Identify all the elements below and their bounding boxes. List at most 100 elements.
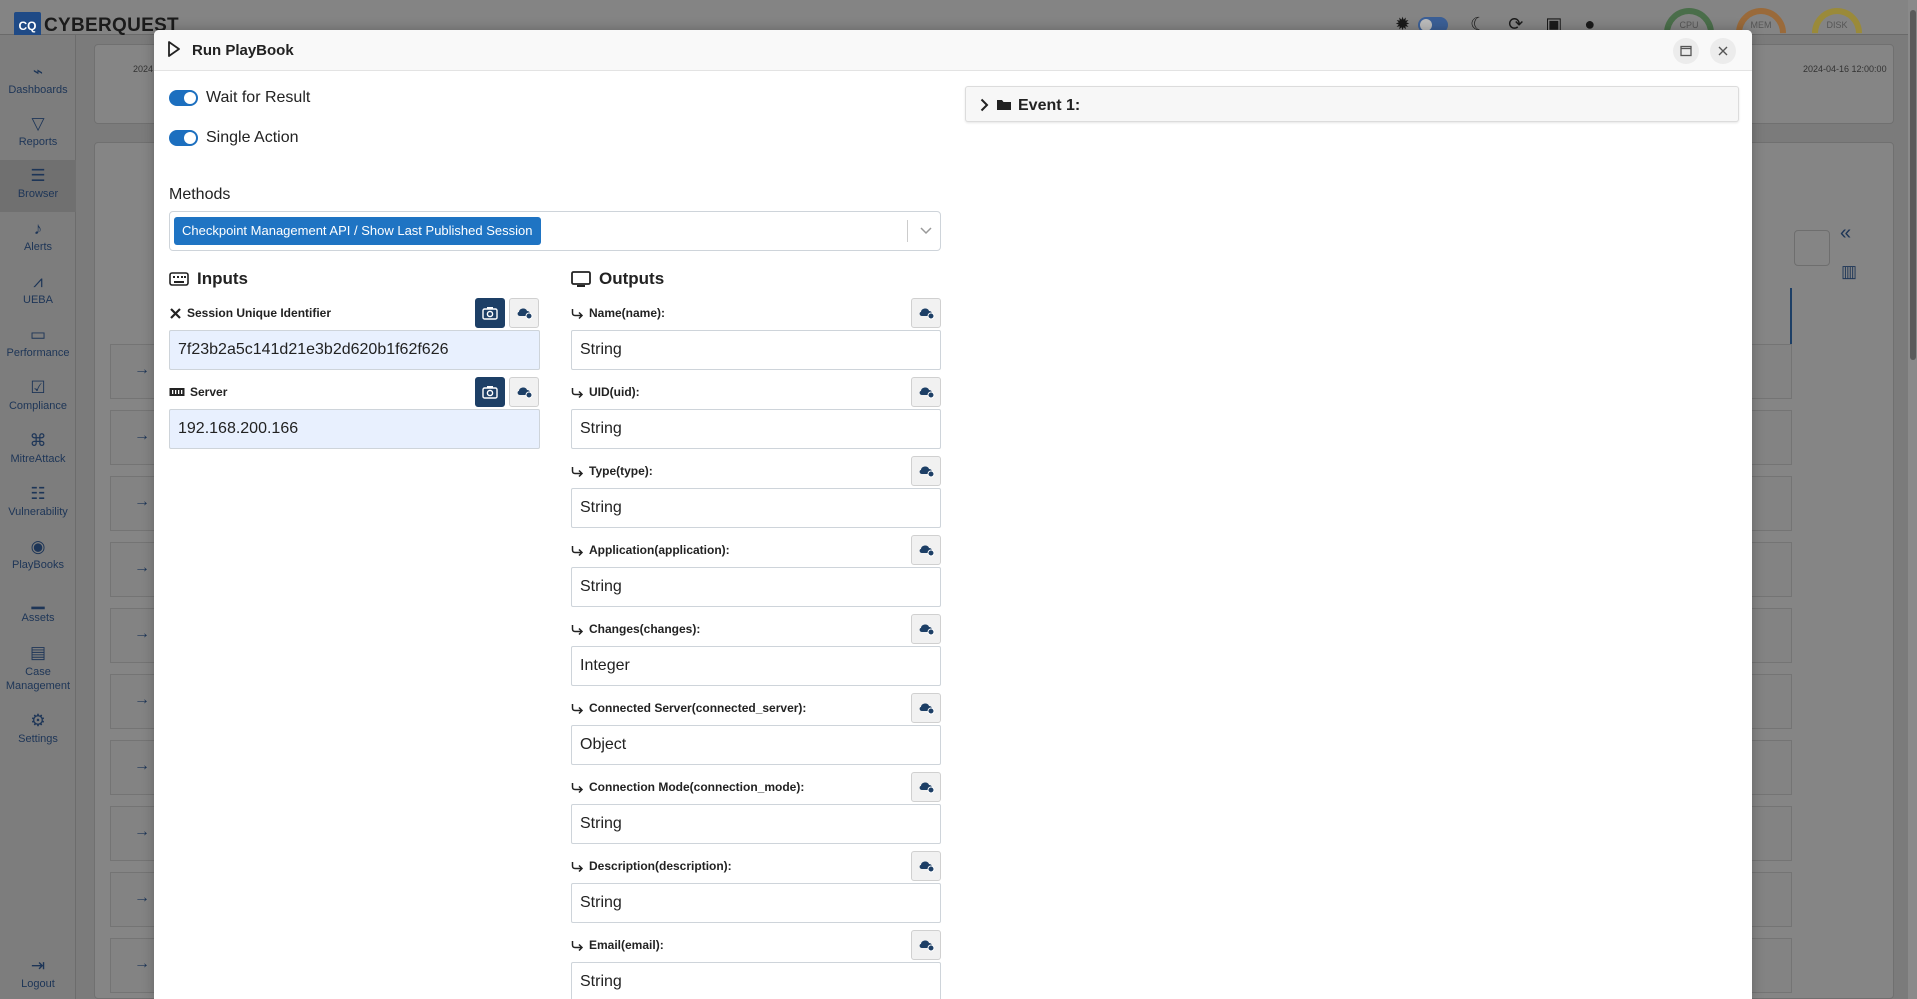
methods-label: Methods [169,186,231,203]
single-action-label: Single Action [206,129,299,146]
output-variable-button[interactable] [911,456,941,486]
chevron-down-icon[interactable] [916,220,936,242]
output-type-input[interactable] [571,488,941,528]
expand-arrow-icon[interactable]: → [134,757,150,775]
output-variable-button[interactable] [911,614,941,644]
select-separator [907,220,908,242]
camera-icon [482,386,498,399]
expand-arrow-icon[interactable]: → [134,427,150,445]
server-input[interactable] [169,409,540,449]
sidebar-item-vulnerability[interactable]: ☷ Vulnerability [0,485,76,519]
sidebar-item-alerts[interactable]: ♪ Alerts [0,219,76,254]
session-id-camera-button[interactable] [475,298,505,328]
sidebar-item-browser[interactable]: ☰ Browser [0,160,76,212]
output-label: Description(description): [571,859,732,873]
laptop-icon: ▁ [31,590,45,609]
outputs-heading: Outputs [571,269,664,289]
maximize-button[interactable] [1673,38,1699,64]
run-playbook-modal: Run PlayBook Wait for Result Single Acti… [154,30,1752,999]
list-icon: ☰ [30,166,46,185]
disk-gauge-label: DISK [1826,20,1848,30]
output-label: Email(email): [571,938,664,952]
expand-arrow-icon[interactable]: → [134,493,150,511]
maximize-icon [1680,45,1692,57]
output-type-input[interactable] [571,330,941,370]
return-arrow-icon [571,940,584,951]
variable-icon [919,624,935,636]
expand-arrow-icon[interactable]: → [134,691,150,709]
methods-select[interactable]: Checkpoint Management API / Show Last Pu… [169,211,941,251]
server-variable-button[interactable] [509,377,539,407]
session-id-input[interactable] [169,330,540,370]
output-type-input[interactable] [571,725,941,765]
sidebar-item-case-management[interactable]: ▤ Case Management [0,644,76,693]
gear-icon: ⚙ [30,711,46,730]
output-type-input[interactable] [571,567,941,607]
expand-arrow-icon[interactable]: → [134,625,150,643]
modal-header: Run PlayBook [154,30,1752,71]
memory-icon: ▭ [29,325,47,344]
output-type-input[interactable] [571,883,941,923]
sidebar-item-compliance[interactable]: ☑ Compliance [0,378,76,413]
output-type-input[interactable] [571,646,941,686]
variable-icon [919,545,935,557]
single-action-toggle-row: Single Action [169,129,299,147]
mem-gauge-label: MEM [1750,20,1772,30]
server-strip-icon [169,388,185,396]
bg-date-left: 2024 [133,64,154,74]
logout-icon: ⇥ [30,956,46,975]
output-variable-button[interactable] [911,772,941,802]
output-label: Name(name): [571,306,665,320]
bell-icon: ♪ [33,219,43,238]
chart-panel-icon[interactable]: ▥ [1841,262,1857,282]
sidebar-item-reports[interactable]: ▽ Reports [0,114,76,149]
bg-dropdown [1794,230,1830,266]
output-variable-button[interactable] [911,930,941,960]
event-1-panel[interactable]: Event 1: [965,86,1739,122]
wait-for-result-toggle-row: Wait for Result [169,89,310,107]
sidebar-item-playbooks[interactable]: ◉ PlayBooks [0,538,76,572]
output-variable-button[interactable] [911,851,941,881]
filter-icon: ▽ [31,114,45,133]
expand-arrow-icon[interactable]: → [134,889,150,907]
sidebar-item-dashboards[interactable]: ⌁ Dashboards [0,62,76,97]
expand-arrow-icon[interactable]: → [134,559,150,577]
chevron-right-icon[interactable] [980,98,989,112]
disk-gauge: DISK [1801,0,1873,69]
bg-selection-edge [1790,288,1792,348]
play-icon [168,41,180,57]
output-variable-button[interactable] [911,535,941,565]
sidebar-item-performance[interactable]: ▭ Performance [0,325,76,360]
variable-icon [919,308,935,320]
sidebar-item-assets[interactable]: ▁ Assets [0,590,76,625]
wait-for-result-toggle[interactable] [169,90,198,106]
compliance-icon: ☑ [30,378,46,397]
return-arrow-icon [571,703,584,714]
dashboards-icon: ⌁ [32,62,44,81]
expand-arrow-icon[interactable]: → [134,361,150,379]
output-type-input[interactable] [571,962,941,999]
output-variable-button[interactable] [911,298,941,328]
selected-method-chip[interactable]: Checkpoint Management API / Show Last Pu… [174,217,541,245]
page-scrollbar-thumb[interactable] [1910,10,1916,360]
output-type-input[interactable] [571,409,941,449]
server-camera-button[interactable] [475,377,505,407]
expand-arrow-icon[interactable]: → [134,823,150,841]
sidebar-item-logout[interactable]: ⇥ Logout [0,956,76,991]
session-id-variable-button[interactable] [509,298,539,328]
return-arrow-icon [571,387,584,398]
single-action-toggle[interactable] [169,130,198,146]
output-type-input[interactable] [571,804,941,844]
output-variable-button[interactable] [911,693,941,723]
wait-for-result-label: Wait for Result [206,89,311,106]
expand-arrow-icon[interactable]: → [134,955,150,973]
output-variable-button[interactable] [911,377,941,407]
chart-icon: ⩘ [33,272,43,291]
variable-icon [919,703,935,715]
sidebar-item-ueba[interactable]: ⩘ UEBA [0,272,76,307]
collapse-icon[interactable]: « [1840,222,1851,245]
close-button[interactable] [1710,38,1736,64]
sidebar-item-mitreattack[interactable]: ⌘ MitreAttack [0,432,76,466]
sidebar: ⌁ Dashboards ▽ Reports ☰ Browser ♪ Alerts ⩘ U… [0,35,76,999]
sidebar-item-settings[interactable]: ⚙ Settings [0,711,76,746]
